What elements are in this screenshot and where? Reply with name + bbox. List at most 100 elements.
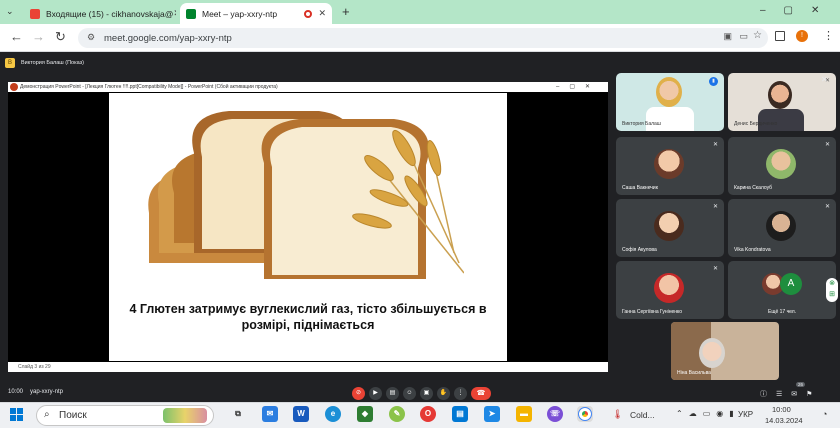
mic-off-icon: ✕: [824, 142, 830, 148]
avatar-letter: A: [780, 273, 802, 295]
reload-icon[interactable]: ↻: [55, 29, 66, 45]
clock-time[interactable]: 10:00: [772, 405, 791, 414]
paint-icon[interactable]: ✎: [389, 406, 405, 422]
store-icon[interactable]: ▤: [452, 406, 468, 422]
presenter-label: В Виктория Балаш (Показ): [5, 56, 305, 70]
chrome-icon-active[interactable]: [577, 406, 593, 422]
side-extension-icons[interactable]: ⊗ ⊞: [826, 278, 838, 302]
powerpoint-icon: [10, 83, 18, 91]
clock-date[interactable]: 14.03.2024: [765, 416, 803, 425]
weather-text[interactable]: Cold...: [630, 410, 655, 420]
more-participants-label: Ещё 17 чел.: [768, 309, 797, 315]
close-icon[interactable]: ✕: [173, 8, 176, 19]
emoji-button[interactable]: ☺: [403, 387, 416, 400]
presentation-title-bar: Демонстрация PowerPoint - [Лекция Глютен…: [8, 82, 608, 92]
participant-name: Карина Скалоуб: [734, 185, 773, 191]
tab-meet[interactable]: Meet – yap-xxry-ntp ✕: [180, 3, 332, 24]
tab-search-icon[interactable]: ⌄: [6, 6, 14, 17]
app-icon-green[interactable]: ◆: [357, 406, 373, 422]
self-name: Ніна Васильва: [677, 370, 711, 376]
presentation-window: Демонстрация PowerPoint - [Лекция Глютен…: [8, 82, 608, 372]
end-call-button[interactable]: ☎: [471, 387, 491, 400]
participant-name: Vika Kondratova: [734, 247, 771, 253]
forward-icon[interactable]: →: [32, 29, 45, 44]
tab-title: Meet – yap-xxry-ntp: [202, 8, 278, 19]
participant-name: Саша Вакнечик: [622, 185, 658, 191]
tab-gmail[interactable]: Входящие (15) - cikhanovskaja@ ✕: [24, 3, 176, 24]
more-options-button[interactable]: ⋮: [454, 387, 467, 400]
avatar: [699, 338, 725, 368]
avatar: [656, 77, 682, 107]
mic-off-button[interactable]: ⊘: [352, 387, 365, 400]
speaking-icon: ▮: [709, 77, 718, 86]
meeting-code: yap-xxry-ntp: [30, 389, 64, 395]
avatar: [766, 149, 796, 179]
camera-icon[interactable]: ▣: [723, 31, 732, 42]
raise-hand-button[interactable]: ✋: [437, 387, 450, 400]
meeting-side-buttons[interactable]: ⓘ☰✉⚑: [760, 389, 821, 399]
participant-tile[interactable]: Vika Kondratova ✕: [728, 199, 836, 257]
bread-wheat-image: [148, 111, 464, 279]
participant-tile[interactable]: Денис Бердиченко ✕: [728, 73, 836, 131]
new-tab-button[interactable]: +: [342, 4, 350, 19]
self-view-tile[interactable]: Ніна Васильва: [671, 322, 779, 380]
viber-icon[interactable]: ☏: [547, 406, 563, 422]
notification-icon[interactable]: ◔: [822, 409, 827, 419]
avatar: [654, 211, 684, 241]
search-placeholder: Поиск: [59, 410, 87, 421]
camera-button[interactable]: ▶: [369, 387, 382, 400]
participant-tile[interactable]: Карина Скалоуб ✕: [728, 137, 836, 195]
meet-icon: [186, 8, 196, 19]
mic-off-icon: ✕: [712, 142, 718, 148]
participant-name: Виктория Балаш: [622, 121, 661, 127]
windows-start-icon[interactable]: [10, 408, 23, 421]
slide: 4 Глютен затримує вуглекислий газ, тісто…: [109, 93, 507, 361]
address-bar[interactable]: ⚙ meet.google.com/yap-xxry-ntp ▣ ▭ ☆: [78, 28, 768, 48]
site-info-icon[interactable]: ⚙: [87, 32, 95, 43]
slide-caption: 4 Глютен затримує вуглекислий газ, тісто…: [129, 302, 487, 332]
participant-tile[interactable]: Ганна Сергіївна Гуніненко ✕: [616, 261, 724, 319]
search-highlight-image: [163, 408, 207, 423]
search-icon: ⌕: [44, 409, 50, 420]
bookmark-star-icon[interactable]: ☆: [753, 30, 762, 41]
opera-icon[interactable]: O: [420, 406, 436, 422]
menu-icon[interactable]: ⋮: [823, 29, 834, 42]
language-indicator[interactable]: УКР: [738, 410, 753, 419]
slide-status-bar: Слайд 3 из 29: [8, 362, 608, 372]
profile-avatar[interactable]: !: [796, 30, 808, 42]
participant-tile[interactable]: Виктория Балаш ▮: [616, 73, 724, 131]
taskbar-search[interactable]: ⌕ Поиск: [36, 405, 214, 426]
pin-icon[interactable]: ✕: [821, 75, 828, 84]
telegram-icon[interactable]: ➤: [484, 406, 500, 422]
edge-icon[interactable]: e: [325, 406, 341, 422]
file-explorer-icon[interactable]: ▬: [516, 406, 532, 422]
more-participants-tile[interactable]: A Ещё 17 чел.: [728, 261, 836, 319]
back-icon[interactable]: ←: [10, 29, 23, 44]
captions-button[interactable]: ▤: [386, 387, 399, 400]
avatar: [654, 273, 684, 303]
participant-tile[interactable]: Софія Акулова ✕: [616, 199, 724, 257]
avatar: [766, 211, 796, 241]
presentation-window-controls: –▢✕: [556, 84, 601, 90]
mail-app-icon[interactable]: ✉: [262, 406, 278, 422]
avatar: [654, 149, 684, 179]
presenter-name: Виктория Балаш (Показ): [21, 60, 84, 66]
url-text: meet.google.com/yap-xxry-ntp: [104, 32, 232, 44]
meeting-time: 10:00: [8, 389, 24, 395]
present-button[interactable]: ▣: [420, 387, 433, 400]
side-panel-icon[interactable]: [775, 31, 785, 41]
shirt: [646, 107, 694, 131]
gmail-icon: [30, 8, 40, 19]
shirt: [758, 109, 804, 131]
participant-tile[interactable]: Саша Вакнечик ✕: [616, 137, 724, 195]
install-icon[interactable]: ▭: [739, 31, 748, 42]
participant-name: Софія Акулова: [622, 247, 657, 253]
close-icon[interactable]: ✕: [318, 8, 326, 19]
task-view-icon[interactable]: ⧉: [230, 406, 246, 422]
participant-name: Денис Бердиченко: [734, 121, 778, 127]
tray-icons[interactable]: ⌃☁▭◉▮: [676, 409, 740, 418]
window-controls[interactable]: –▢✕: [760, 5, 837, 16]
presentation-icon: В: [5, 58, 15, 68]
word-icon[interactable]: W: [293, 406, 309, 422]
mic-off-icon: ✕: [712, 204, 718, 210]
